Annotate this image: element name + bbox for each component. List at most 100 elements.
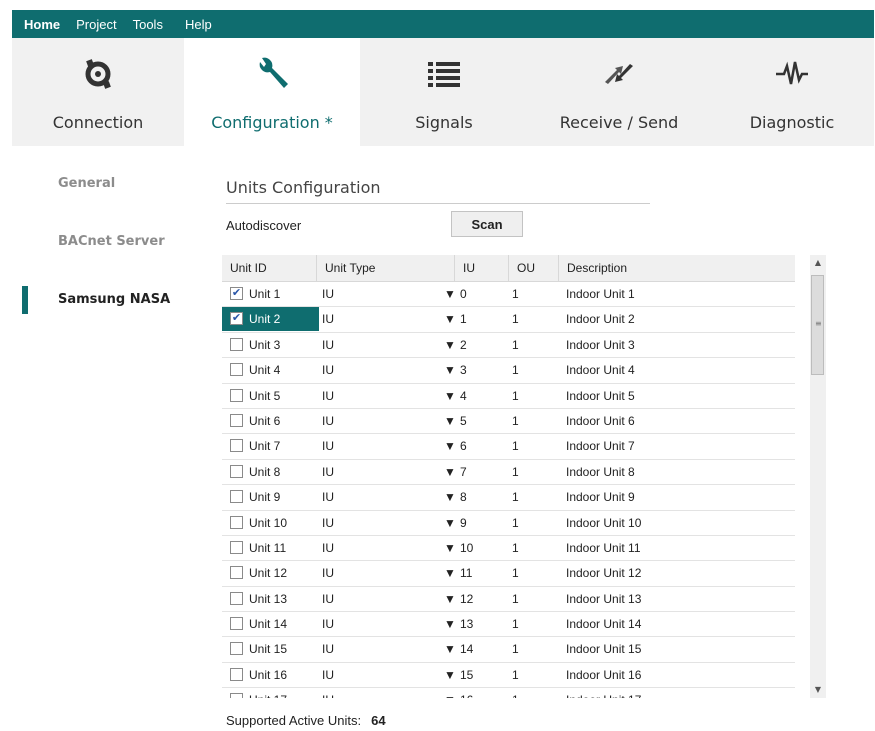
table-row[interactable]: Unit 3 IU ▼ 2 1 Indoor Unit 3: [222, 333, 795, 359]
table-row[interactable]: Unit 11 IU ▼ 10 1 Indoor Unit 11: [222, 536, 795, 562]
col-ou[interactable]: OU: [509, 255, 559, 281]
chevron-down-icon[interactable]: ▼: [444, 409, 456, 433]
iu-value[interactable]: 11: [460, 561, 472, 585]
table-row[interactable]: Unit 17 IU ▼ 16 1 Indoor Unit 17: [222, 688, 795, 698]
unit-id-cell[interactable]: Unit 9: [222, 485, 319, 509]
ou-value[interactable]: 1: [512, 434, 519, 458]
table-row[interactable]: ✔ Unit 2 IU ▼ 1 1 Indoor Unit 2: [222, 307, 795, 333]
unit-type[interactable]: IU: [322, 637, 334, 661]
table-row[interactable]: Unit 15 IU ▼ 14 1 Indoor Unit 15: [222, 637, 795, 663]
ou-value[interactable]: 1: [512, 307, 519, 331]
iu-value[interactable]: 5: [460, 409, 467, 433]
grid-scrollbar[interactable]: ▲ ≡ ▼: [810, 255, 826, 698]
chevron-down-icon[interactable]: ▼: [444, 612, 456, 636]
unit-id-cell[interactable]: Unit 5: [222, 384, 319, 408]
iu-value[interactable]: 0: [460, 282, 467, 306]
tab-diagnostic[interactable]: Diagnostic: [710, 38, 874, 146]
chevron-down-icon[interactable]: ▼: [444, 587, 456, 611]
unit-type[interactable]: IU: [322, 485, 334, 509]
description[interactable]: Indoor Unit 15: [566, 637, 641, 661]
description[interactable]: Indoor Unit 14: [566, 612, 641, 636]
unit-checkbox[interactable]: [230, 413, 243, 427]
description[interactable]: Indoor Unit 17: [566, 688, 641, 698]
unit-checkbox[interactable]: [230, 464, 243, 478]
unit-type[interactable]: IU: [322, 536, 334, 560]
description[interactable]: Indoor Unit 12: [566, 561, 641, 585]
scroll-up-icon[interactable]: ▲: [810, 255, 826, 271]
description[interactable]: Indoor Unit 13: [566, 587, 641, 611]
unit-checkbox[interactable]: [230, 591, 243, 605]
iu-value[interactable]: 14: [460, 637, 473, 661]
scan-button[interactable]: Scan: [451, 211, 523, 237]
unit-id-cell[interactable]: Unit 16: [222, 663, 319, 687]
table-row[interactable]: Unit 9 IU ▼ 8 1 Indoor Unit 9: [222, 485, 795, 511]
unit-type[interactable]: IU: [322, 384, 334, 408]
unit-type[interactable]: IU: [322, 561, 334, 585]
chevron-down-icon[interactable]: ▼: [444, 282, 456, 306]
unit-id-cell[interactable]: Unit 14: [222, 612, 319, 636]
unit-type[interactable]: IU: [322, 511, 334, 535]
iu-value[interactable]: 1: [460, 307, 467, 331]
unit-id-cell[interactable]: ✔ Unit 2: [222, 307, 319, 332]
tab-connection[interactable]: Connection: [12, 38, 184, 146]
ou-value[interactable]: 1: [512, 384, 519, 408]
iu-value[interactable]: 8: [460, 485, 467, 509]
iu-value[interactable]: 7: [460, 460, 467, 484]
menu-home[interactable]: Home: [24, 17, 60, 32]
iu-value[interactable]: 15: [460, 663, 473, 687]
description[interactable]: Indoor Unit 11: [566, 536, 641, 560]
tab-configuration[interactable]: Configuration *: [184, 38, 360, 146]
ou-value[interactable]: 1: [512, 612, 519, 636]
col-iu[interactable]: IU: [455, 255, 509, 281]
table-row[interactable]: Unit 7 IU ▼ 6 1 Indoor Unit 7: [222, 434, 795, 460]
table-row[interactable]: Unit 13 IU ▼ 12 1 Indoor Unit 13: [222, 587, 795, 613]
chevron-down-icon[interactable]: ▼: [444, 485, 456, 509]
tab-signals[interactable]: Signals: [360, 38, 528, 146]
unit-type[interactable]: IU: [322, 333, 334, 357]
chevron-down-icon[interactable]: ▼: [444, 536, 456, 560]
ou-value[interactable]: 1: [512, 637, 519, 661]
unit-id-cell[interactable]: Unit 12: [222, 561, 319, 585]
ou-value[interactable]: 1: [512, 409, 519, 433]
unit-checkbox[interactable]: [230, 566, 243, 580]
iu-value[interactable]: 12: [460, 587, 473, 611]
chevron-down-icon[interactable]: ▼: [444, 434, 456, 458]
chevron-down-icon[interactable]: ▼: [444, 384, 456, 408]
nav-item-bacnet-server[interactable]: BACnet Server: [58, 234, 165, 249]
ou-value[interactable]: 1: [512, 587, 519, 611]
chevron-down-icon[interactable]: ▼: [444, 663, 456, 687]
ou-value[interactable]: 1: [512, 282, 519, 306]
unit-id-cell[interactable]: Unit 3: [222, 333, 319, 357]
unit-type[interactable]: IU: [322, 460, 334, 484]
unit-id-cell[interactable]: Unit 6: [222, 409, 319, 433]
unit-checkbox[interactable]: [230, 490, 243, 504]
iu-value[interactable]: 10: [460, 536, 473, 560]
description[interactable]: Indoor Unit 1: [566, 282, 635, 306]
unit-id-cell[interactable]: Unit 4: [222, 358, 319, 382]
description[interactable]: Indoor Unit 16: [566, 663, 641, 687]
table-row[interactable]: Unit 4 IU ▼ 3 1 Indoor Unit 4: [222, 358, 795, 384]
table-row[interactable]: Unit 6 IU ▼ 5 1 Indoor Unit 6: [222, 409, 795, 435]
description[interactable]: Indoor Unit 4: [566, 358, 635, 382]
iu-value[interactable]: 9: [460, 511, 467, 535]
description[interactable]: Indoor Unit 5: [566, 384, 635, 408]
unit-checkbox[interactable]: [230, 693, 243, 698]
menu-help[interactable]: Help: [185, 17, 212, 32]
unit-id-cell[interactable]: Unit 13: [222, 587, 319, 611]
unit-checkbox[interactable]: [230, 337, 243, 351]
col-description[interactable]: Description: [559, 255, 795, 281]
unit-checkbox[interactable]: [230, 617, 243, 631]
chevron-down-icon[interactable]: ▼: [444, 637, 456, 661]
table-row[interactable]: Unit 16 IU ▼ 15 1 Indoor Unit 16: [222, 663, 795, 689]
iu-value[interactable]: 6: [460, 434, 467, 458]
nav-item-samsung-nasa[interactable]: Samsung NASA: [58, 292, 170, 307]
description[interactable]: Indoor Unit 3: [566, 333, 635, 357]
chevron-down-icon[interactable]: ▼: [444, 511, 456, 535]
chevron-down-icon[interactable]: ▼: [444, 307, 456, 331]
nav-item-general[interactable]: General: [58, 176, 115, 191]
unit-id-cell[interactable]: Unit 11: [222, 536, 319, 560]
ou-value[interactable]: 1: [512, 358, 519, 382]
menu-project[interactable]: Project: [76, 17, 116, 32]
scroll-down-icon[interactable]: ▼: [810, 682, 826, 698]
ou-value[interactable]: 1: [512, 511, 519, 535]
